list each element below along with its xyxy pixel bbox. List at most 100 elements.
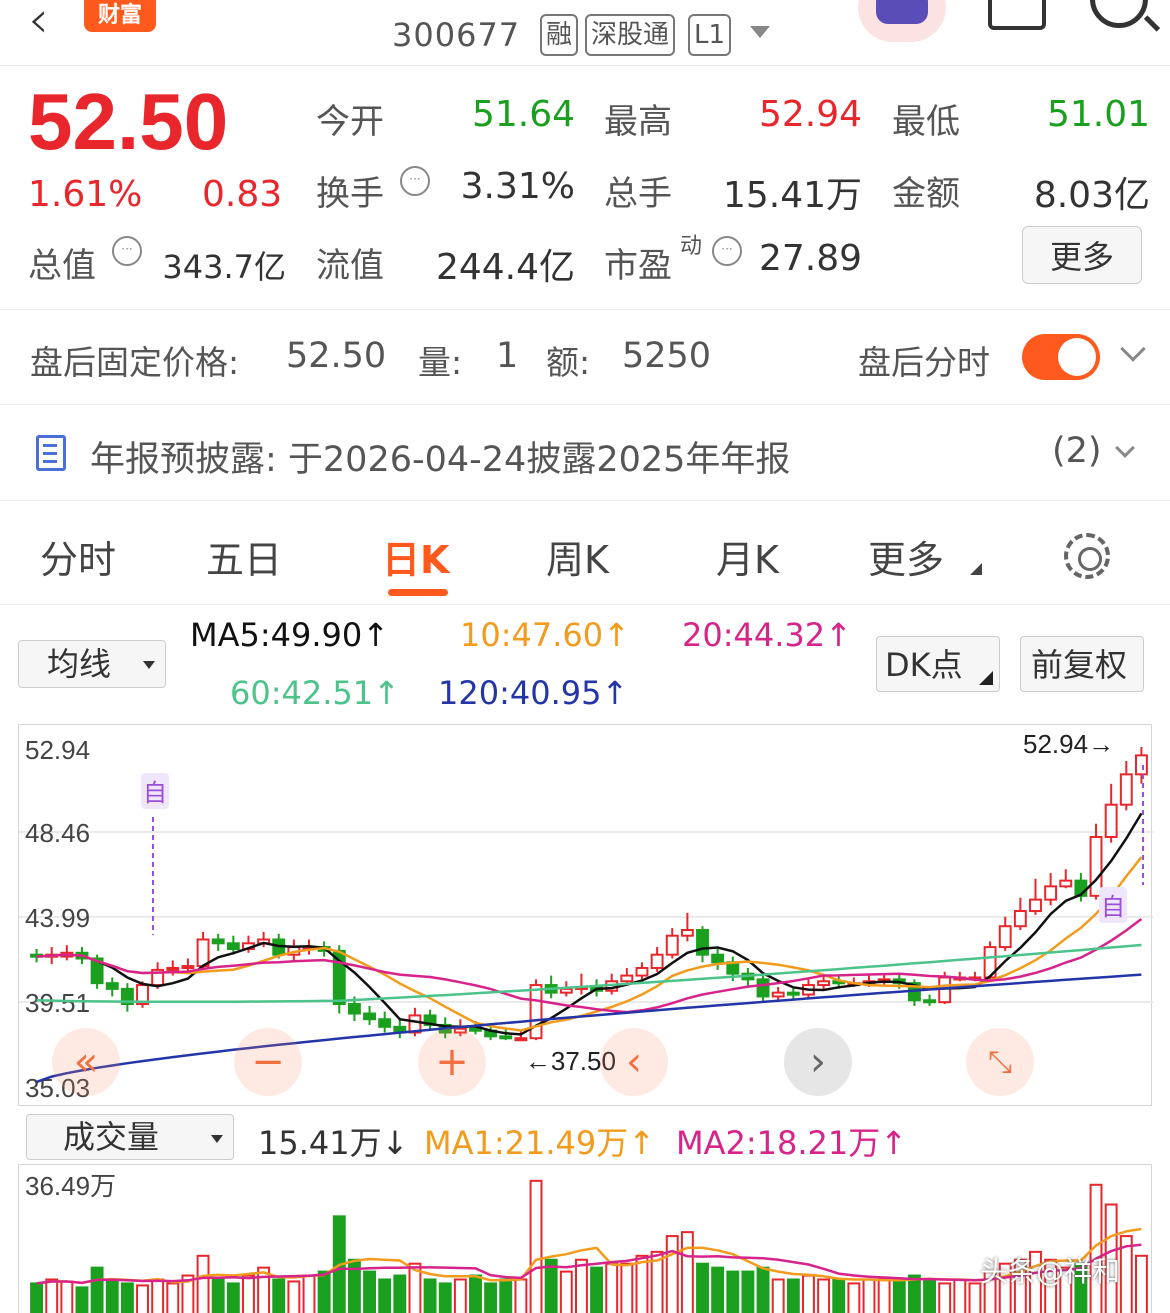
- candle-body: [680, 929, 694, 937]
- volume-bar: [590, 1266, 604, 1313]
- volume-bar: [680, 1231, 694, 1313]
- candle-body: [711, 953, 725, 964]
- volume-bar: [226, 1282, 240, 1313]
- candle-body: [105, 982, 119, 990]
- chevron-left-icon[interactable]: ‹: [600, 1028, 668, 1096]
- volume-bar: [559, 1270, 573, 1313]
- pe-superscript: 动: [680, 234, 703, 259]
- tab-more[interactable]: 更多: [868, 529, 944, 584]
- zoom-in-icon[interactable]: +: [418, 1028, 486, 1096]
- gear-icon[interactable]: [1064, 533, 1110, 579]
- volume-bar: [514, 1278, 528, 1313]
- candle-body: [771, 991, 785, 998]
- more-button[interactable]: 更多: [1022, 226, 1142, 284]
- candle-body: [166, 966, 180, 971]
- amount-label: 金额: [892, 174, 960, 214]
- candle-body: [1059, 879, 1073, 888]
- volume-bar: [635, 1254, 649, 1313]
- last-price: 52.50: [28, 77, 229, 166]
- volume-select-label: 成交量: [63, 1118, 160, 1156]
- y-tick-label: 39.51: [25, 988, 90, 1018]
- after-hours-toggle[interactable]: [1022, 334, 1100, 380]
- candle-body: [1029, 898, 1042, 913]
- rewind-icon[interactable]: «: [52, 1028, 120, 1096]
- dk-point-label: DK点: [885, 646, 963, 684]
- volume-bar: [923, 1278, 936, 1313]
- self-marker: 自: [1101, 893, 1125, 921]
- zoom-out-icon[interactable]: −: [234, 1028, 302, 1096]
- total-value-label: 总值: [28, 246, 96, 286]
- volume-bar: [529, 1179, 543, 1313]
- volume-bar: [453, 1278, 467, 1313]
- turnover-label: 换手: [316, 174, 384, 214]
- adjust-button[interactable]: 前复权: [1020, 636, 1144, 692]
- dk-point-button[interactable]: DK点: [876, 636, 1000, 692]
- chevron-down-icon[interactable]: [1120, 336, 1146, 362]
- notice-text: 年报预披露: 于2026-04-24披露2025年年报: [90, 440, 791, 480]
- volume-select[interactable]: 成交量: [26, 1114, 234, 1160]
- report-notice[interactable]: 年报预披露: 于2026-04-24披露2025年年报 (2): [0, 405, 1170, 501]
- after-hours-label: 盘后固定价格:: [30, 343, 240, 382]
- candle-body: [1013, 910, 1027, 928]
- candle-body: [514, 1037, 528, 1042]
- volume-bar: [892, 1278, 906, 1313]
- after-hours-vol-label: 量:: [418, 343, 463, 382]
- ma10-readout: 10:47.60↑: [460, 616, 630, 654]
- volume-bar: [90, 1266, 104, 1313]
- y-tick-label: 52.94: [25, 735, 90, 765]
- ma20-readout: 20:44.32↑: [682, 616, 852, 654]
- volume-bar: [696, 1262, 709, 1313]
- low-label: 最低: [892, 102, 960, 142]
- volume-bar: [605, 1262, 619, 1313]
- expand-icon[interactable]: ⤡: [966, 1028, 1034, 1096]
- candle-body: [923, 999, 936, 1004]
- candle-body: [347, 1003, 361, 1015]
- share-icon[interactable]: [988, 0, 1046, 30]
- chevron-right-icon[interactable]: ›: [784, 1028, 852, 1096]
- info-icon[interactable]: ···: [712, 236, 742, 266]
- high-value: 52.94: [758, 94, 862, 135]
- info-icon[interactable]: ···: [112, 236, 142, 266]
- tab-monthly-k[interactable]: 月K: [716, 529, 779, 584]
- volume-bar: [363, 1270, 376, 1313]
- search-icon[interactable]: [1090, 0, 1148, 28]
- volume-current: 15.41万↓: [258, 1124, 409, 1162]
- info-icon[interactable]: ···: [400, 166, 430, 196]
- change-amount: 0.83: [202, 174, 283, 215]
- volume-bar: [393, 1274, 407, 1313]
- volume-bar: [907, 1274, 921, 1313]
- volume-bar: [802, 1274, 815, 1313]
- volume-bar: [136, 1284, 149, 1313]
- indicator-select[interactable]: 均线: [18, 640, 166, 688]
- candle-body: [1044, 885, 1058, 901]
- corner-caret-icon: [970, 563, 982, 575]
- caret-down-icon: [143, 661, 155, 669]
- back-icon[interactable]: ‹: [28, 0, 49, 50]
- ma120-readout: 120:40.95↑: [438, 674, 629, 712]
- tab-five-day[interactable]: 五日: [206, 529, 282, 584]
- volume-bar: [1134, 1254, 1148, 1313]
- candle-body: [378, 1018, 392, 1028]
- volume-bar: [726, 1270, 740, 1313]
- tab-weekly-k[interactable]: 周K: [546, 529, 609, 584]
- candle-body: [786, 991, 800, 996]
- brand-badge: 财富: [84, 0, 156, 32]
- volume-chart[interactable]: 36.49万: [18, 1164, 1152, 1313]
- candle-body: [756, 978, 770, 998]
- indicator-select-label: 均线: [47, 645, 112, 683]
- float-value: 244.4亿: [435, 247, 575, 288]
- volume-bar: [438, 1282, 452, 1313]
- volume-bar: [711, 1266, 725, 1313]
- volume-ma2: MA2:18.21万↑: [676, 1124, 908, 1162]
- volume-bar: [877, 1278, 891, 1313]
- chevron-down-icon[interactable]: [750, 26, 770, 38]
- volume-bar: [196, 1254, 210, 1313]
- candle-body: [181, 965, 195, 970]
- volume-bar: [832, 1278, 846, 1313]
- tab-daily-k[interactable]: 日K: [382, 529, 449, 584]
- tab-intraday[interactable]: 分时: [40, 529, 116, 584]
- candle-body: [620, 974, 634, 983]
- volume-bar: [75, 1286, 89, 1313]
- chevron-down-icon[interactable]: [1115, 438, 1135, 458]
- avatar[interactable]: [858, 0, 946, 42]
